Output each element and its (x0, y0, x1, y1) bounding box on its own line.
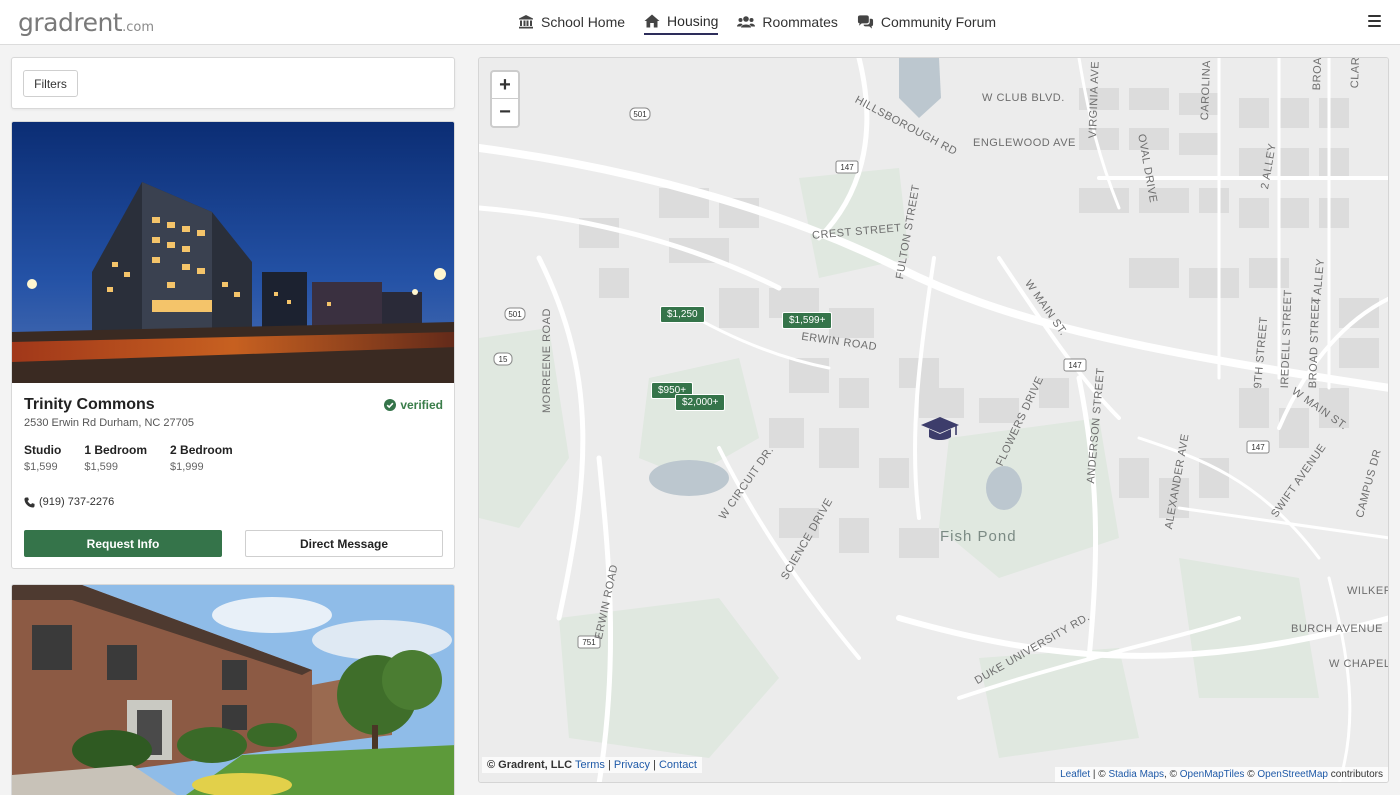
university-icon (519, 15, 533, 29)
nav-school-home[interactable]: School Home (518, 11, 625, 35)
listing-name[interactable]: Trinity Commons (24, 396, 155, 414)
map-copyright: © Gradrent, LLC Terms | Privacy | Contac… (482, 757, 702, 773)
stadia-link[interactable]: Stadia Maps (1108, 769, 1164, 780)
comments-icon (857, 15, 873, 29)
route-shield-label: 147 (840, 163, 854, 172)
nav-label: Community Forum (880, 14, 997, 30)
filters-button[interactable]: Filters (23, 70, 78, 97)
listing-phone[interactable]: (919) 737-2276 (24, 496, 114, 508)
listing-photo[interactable] (12, 122, 454, 383)
street-label: CLARE (1349, 57, 1363, 89)
street-label: BURCH AVENUE (1291, 623, 1383, 635)
unit-item: 1 Bedroom $1,599 (84, 443, 147, 473)
route-shield-label: 751 (582, 638, 596, 647)
unit-price: $1,599 (24, 461, 58, 473)
openstreetmap-link[interactable]: OpenStreetMap (1257, 769, 1328, 780)
unit-type: 1 Bedroom (84, 443, 148, 457)
main-nav: School Home Housing Roommates Community … (518, 0, 996, 45)
filters-panel: Filters (11, 57, 455, 109)
unit-list: Studio $1,599 1 Bedroom $1,599 2 Bedroom… (24, 443, 233, 473)
street-label: WILKERS (1347, 585, 1388, 597)
route-shield-label: 501 (633, 110, 647, 119)
route-shield-label: 147 (1068, 361, 1082, 370)
zoom-control: + − (490, 70, 520, 128)
logo-domain: .com (122, 20, 154, 35)
street-label: CAROLINA (1199, 59, 1214, 121)
listing-photo[interactable] (12, 585, 454, 795)
top-navbar: gradrent.com School Home Housing Roommat… (0, 0, 1400, 45)
nav-community-forum[interactable]: Community Forum (857, 11, 996, 35)
route-shield-label: 15 (499, 355, 508, 364)
route-shield-label: 147 (1251, 443, 1265, 452)
street-label: BROA (1311, 57, 1325, 91)
unit-item: Studio $1,599 (24, 443, 61, 473)
hamburger-icon[interactable] (1368, 15, 1381, 27)
price-marker[interactable]: $2,000+ (675, 394, 726, 411)
phone-number: (919) 737-2276 (39, 496, 115, 508)
route-shield-label: 501 (508, 310, 522, 319)
nav-label: Roommates (762, 14, 838, 30)
verified-badge: verified (384, 398, 443, 412)
openmaptiles-link[interactable]: OpenMapTiles (1180, 769, 1245, 780)
street-label: MORREENE ROAD (541, 308, 553, 413)
brand-logo[interactable]: gradrent.com (18, 8, 154, 37)
nav-label: Housing (667, 13, 719, 29)
street-label: W CLUB BLVD. (982, 92, 1065, 104)
zoom-in-button[interactable]: + (492, 72, 518, 99)
attribution-suffix: contributors (1330, 769, 1383, 780)
verified-label: verified (400, 398, 443, 412)
nav-housing[interactable]: Housing (644, 11, 719, 35)
leaflet-link[interactable]: Leaflet (1060, 769, 1090, 780)
housing-map[interactable]: 501 147 501 15 147 147 751 W CLUB BLVD. … (478, 57, 1389, 783)
unit-type: Studio (24, 443, 62, 457)
listing-card[interactable] (11, 584, 455, 795)
street-label: ENGLEWOOD AVE (973, 137, 1076, 149)
street-label: W CHAPEL (1329, 658, 1389, 670)
users-icon (737, 16, 756, 28)
nav-roommates[interactable]: Roommates (737, 11, 838, 35)
unit-type: 2 Bedroom (170, 443, 233, 457)
listing-address: 2530 Erwin Rd Durham, NC 27705 (24, 417, 194, 429)
zoom-out-button[interactable]: − (492, 99, 518, 126)
terms-link[interactable]: Terms (575, 759, 605, 771)
nav-label: School Home (541, 14, 626, 30)
graduation-cap-icon[interactable] (920, 413, 960, 443)
price-marker[interactable]: $1,250 (660, 306, 705, 323)
logo-text: gradrent (18, 8, 123, 37)
map-attribution: Leaflet | © Stadia Maps, © OpenMapTiles … (1055, 767, 1388, 782)
copyright-owner: © Gradrent, LLC (487, 759, 573, 771)
pond-label: Fish Pond (940, 528, 1017, 545)
price-marker[interactable]: $1,599+ (782, 312, 833, 329)
check-circle-icon (384, 399, 397, 411)
direct-message-button[interactable]: Direct Message (245, 530, 443, 557)
building-night-photo (12, 122, 454, 383)
request-info-button[interactable]: Request Info (24, 530, 222, 557)
unit-item: 2 Bedroom $1,999 (170, 443, 233, 473)
home-icon (644, 14, 660, 28)
unit-price: $1,999 (170, 461, 204, 473)
unit-price: $1,599 (84, 461, 118, 473)
contact-link[interactable]: Contact (659, 759, 697, 771)
phone-icon (24, 496, 35, 508)
privacy-link[interactable]: Privacy (614, 759, 650, 771)
listing-card[interactable]: Trinity Commons 2530 Erwin Rd Durham, NC… (11, 121, 455, 569)
apartment-photo (12, 585, 454, 795)
